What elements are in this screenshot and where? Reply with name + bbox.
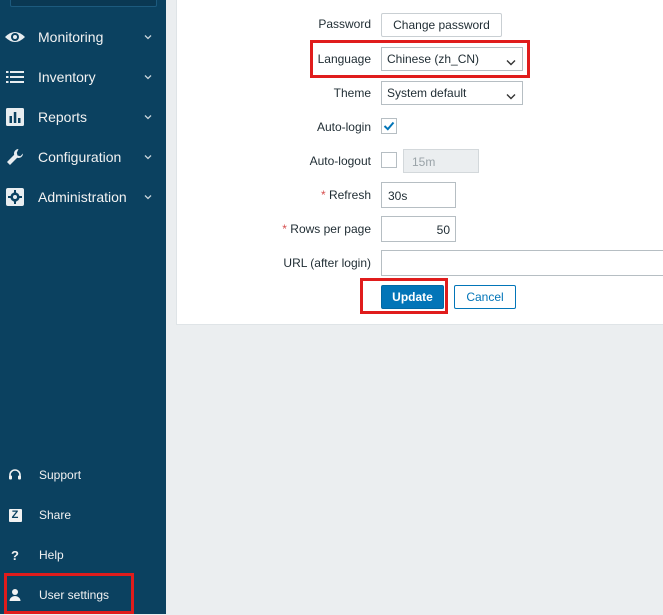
sidebar-item-user-settings[interactable]: User settings bbox=[0, 575, 166, 615]
refresh-label-text: Refresh bbox=[328, 188, 371, 202]
gear-icon bbox=[4, 187, 26, 207]
menu-item-administration[interactable]: Administration bbox=[0, 177, 166, 217]
theme-label: Theme bbox=[333, 86, 371, 100]
chevron-down-icon bbox=[506, 56, 516, 66]
refresh-input[interactable]: 30s bbox=[381, 182, 456, 208]
sidebar: Monitoring Inventory Reports Configurati… bbox=[0, 0, 166, 614]
cancel-button[interactable]: Cancel bbox=[454, 285, 516, 309]
chevron-down-icon bbox=[143, 191, 153, 201]
share-icon: Z bbox=[6, 507, 24, 523]
refresh-label: * Refresh bbox=[177, 188, 371, 202]
sidebar-item-label: Support bbox=[39, 468, 82, 482]
chevron-down-icon bbox=[143, 31, 153, 41]
language-label: Language bbox=[317, 52, 371, 66]
user-icon bbox=[6, 587, 24, 603]
chevron-down-icon bbox=[143, 71, 153, 81]
sidebar-item-support[interactable]: Support bbox=[0, 455, 166, 495]
menu-label: Inventory bbox=[38, 69, 96, 85]
menu-label: Monitoring bbox=[38, 29, 104, 45]
refresh-value: 30s bbox=[388, 189, 408, 203]
rows-per-page-label-text: Rows per page bbox=[290, 222, 371, 236]
autologout-checkbox[interactable] bbox=[381, 152, 397, 168]
language-value: Chinese (zh_CN) bbox=[387, 52, 480, 66]
url-input[interactable] bbox=[381, 250, 663, 276]
sidebar-item-help[interactable]: ? Help bbox=[0, 535, 166, 575]
checkmark-icon bbox=[383, 121, 395, 131]
search-strip[interactable] bbox=[10, 0, 157, 7]
wrench-icon bbox=[4, 147, 26, 167]
menu-item-reports[interactable]: Reports bbox=[0, 97, 166, 137]
menu-label: Administration bbox=[38, 189, 127, 205]
autologin-label: Auto-login bbox=[316, 120, 371, 134]
autologout-label: Auto-logout bbox=[309, 154, 371, 168]
menu-label: Configuration bbox=[38, 149, 122, 165]
sidebar-item-label: Share bbox=[39, 508, 72, 522]
eye-icon bbox=[4, 27, 26, 47]
autologout-input: 15m bbox=[403, 149, 479, 173]
menu-item-monitoring[interactable]: Monitoring bbox=[0, 17, 166, 57]
rows-per-page-input[interactable]: 50 bbox=[381, 216, 456, 242]
help-icon: ? bbox=[11, 547, 19, 563]
autologin-checkbox[interactable] bbox=[381, 118, 397, 134]
chevron-down-icon bbox=[506, 90, 516, 100]
headset-icon bbox=[6, 467, 24, 483]
rows-per-page-value: 50 bbox=[436, 223, 450, 237]
change-password-button[interactable]: Change password bbox=[381, 13, 502, 37]
menu-item-configuration[interactable]: Configuration bbox=[0, 137, 166, 177]
menu-label: Reports bbox=[38, 109, 88, 125]
update-button[interactable]: Update bbox=[381, 285, 444, 309]
theme-value: System default bbox=[387, 86, 467, 100]
user-settings-form: Password Change password Language Chines… bbox=[176, 0, 663, 325]
autologout-value: 15m bbox=[412, 155, 436, 169]
password-label: Password bbox=[318, 17, 371, 31]
menu-item-inventory[interactable]: Inventory bbox=[0, 57, 166, 97]
sidebar-item-label: User settings bbox=[39, 588, 110, 602]
chevron-down-icon bbox=[143, 111, 153, 121]
rows-per-page-label: * Rows per page bbox=[177, 222, 371, 236]
bar-chart-icon bbox=[4, 107, 26, 127]
list-icon bbox=[4, 67, 26, 87]
required-asterisk: * bbox=[282, 222, 287, 236]
sidebar-item-share[interactable]: Z Share bbox=[0, 495, 166, 535]
language-select[interactable]: Chinese (zh_CN) bbox=[381, 47, 523, 71]
chevron-down-icon bbox=[143, 151, 153, 161]
url-label: URL (after login) bbox=[283, 256, 371, 270]
theme-select[interactable]: System default bbox=[381, 81, 523, 105]
required-asterisk: * bbox=[320, 188, 326, 202]
sidebar-item-label: Help bbox=[39, 548, 64, 562]
